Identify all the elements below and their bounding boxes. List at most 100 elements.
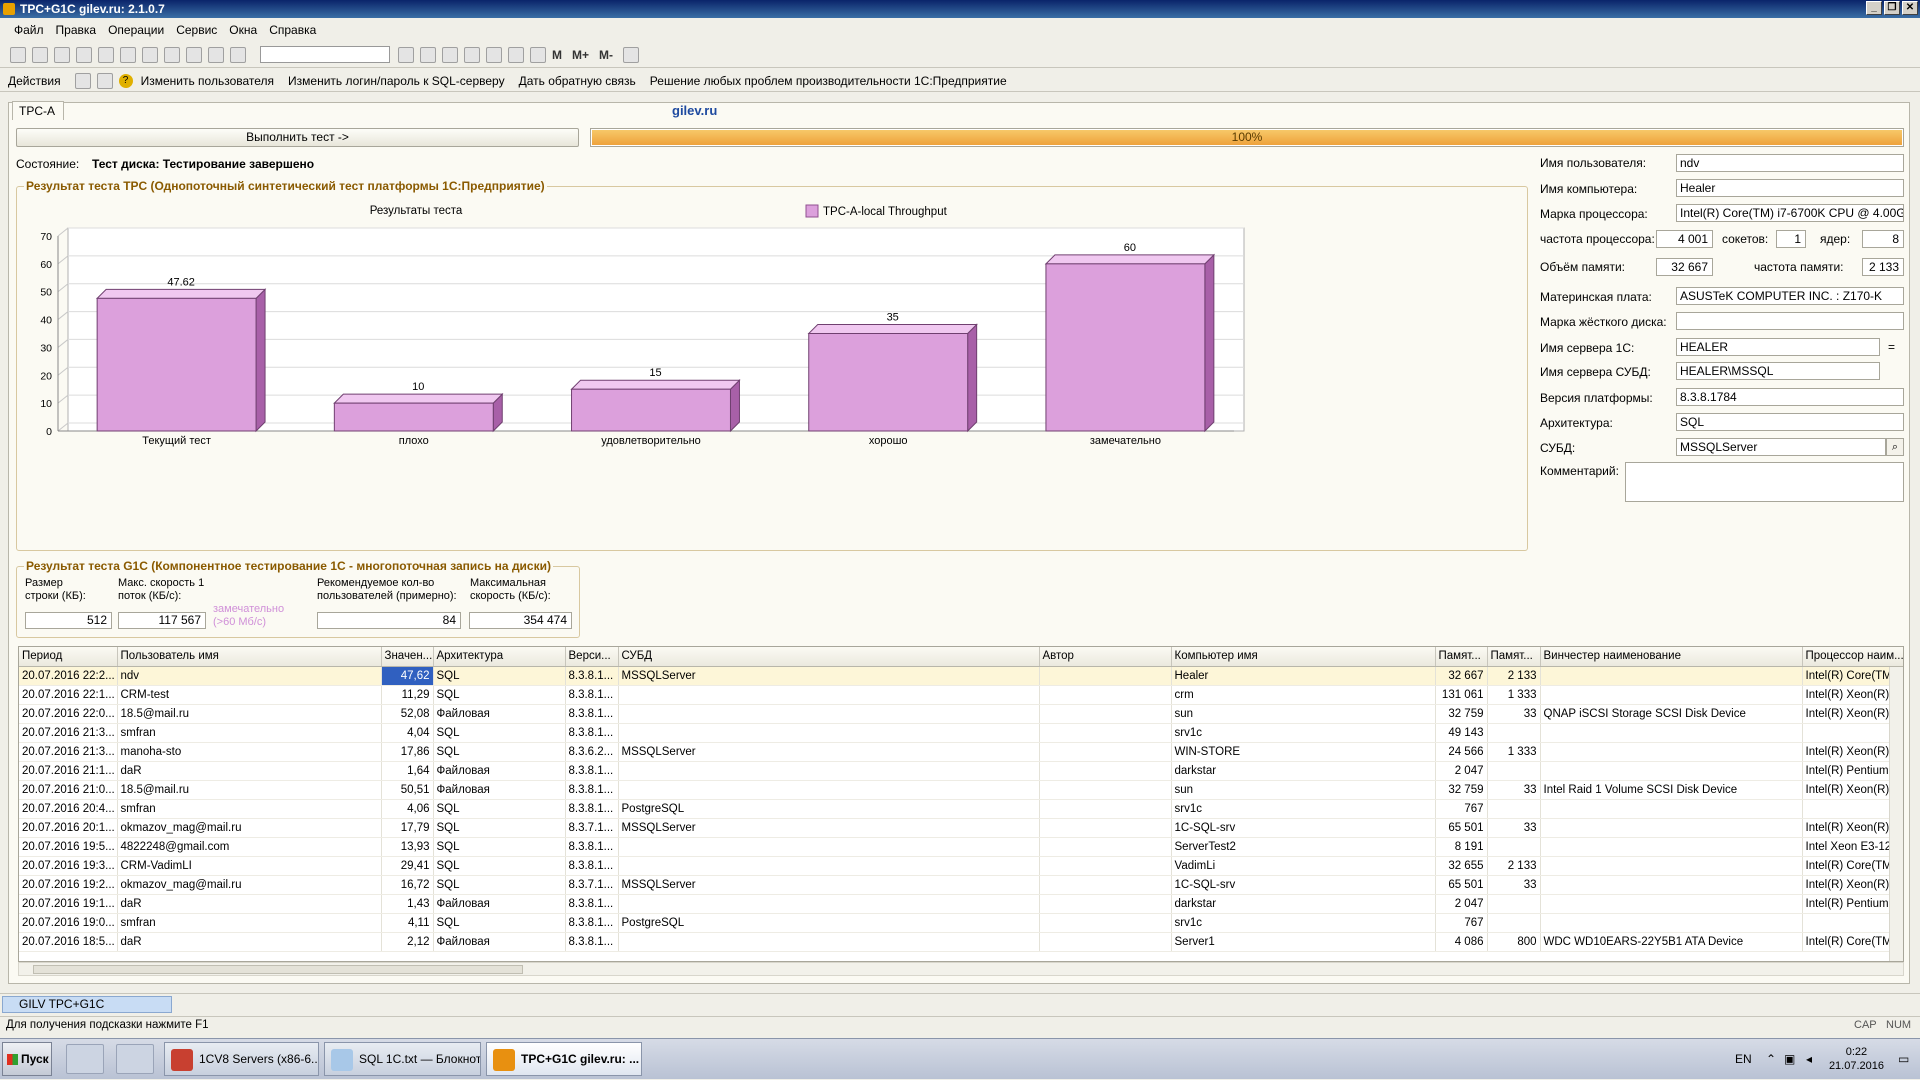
memory-minus-button[interactable]: M- [599, 48, 613, 62]
tray-clock[interactable]: 0:22 21.07.2016 [1829, 1045, 1884, 1073]
menu-help[interactable]: Справка [269, 23, 316, 37]
user-field[interactable]: ndv [1676, 154, 1904, 172]
menu-file[interactable]: Файл [14, 23, 44, 37]
find-prev-icon[interactable] [420, 46, 436, 63]
computer-field[interactable]: Healer [1676, 179, 1904, 197]
menu-operations[interactable]: Операции [108, 23, 164, 37]
show-desktop-icon[interactable]: ▭ [1898, 1039, 1909, 1080]
table-row[interactable]: 20.07.2016 21:1... daR 1,64 Файловая 8.3.8.1… [19, 761, 1903, 781]
cpu-freq-field[interactable]: 4 001 [1656, 230, 1713, 248]
settings-icon[interactable] [623, 46, 640, 63]
print-icon[interactable] [142, 46, 158, 63]
column-header[interactable]: Верси... [565, 647, 619, 667]
minimize-icon[interactable]: _ [1866, 1, 1882, 15]
calendar-icon[interactable] [508, 46, 524, 63]
menu-windows[interactable]: Окна [229, 23, 257, 37]
table-row[interactable]: 20.07.2016 20:1... okmazov_mag@mail.ru 17,… [19, 818, 1903, 838]
cores-field[interactable]: 8 [1862, 230, 1904, 248]
column-header[interactable]: Архитектура [433, 647, 566, 667]
hscroll-thumb[interactable] [33, 965, 523, 974]
calculator-icon[interactable] [530, 46, 546, 63]
server-manager-icon[interactable] [66, 1044, 104, 1074]
column-header[interactable]: СУБД [618, 647, 1040, 667]
tab-tpc-a[interactable]: TPC-A [12, 101, 64, 120]
powershell-icon[interactable] [116, 1044, 154, 1074]
solve-problems-link[interactable]: Решение любых проблем производительности… [650, 74, 1007, 88]
menu-service[interactable]: Сервис [176, 23, 217, 37]
table-row[interactable]: 20.07.2016 19:1... daR 1,43 Файловая 8.3.8.1… [19, 894, 1903, 914]
brand-link[interactable]: gilev.ru [672, 103, 717, 118]
toolbar-search-input[interactable] [260, 46, 390, 63]
windows-icon[interactable] [442, 46, 458, 63]
table-row[interactable]: 20.07.2016 21:3... smfran 4,04 SQL 8.3.8.1..… [19, 723, 1903, 743]
feedback-link[interactable]: Дать обратную связь [519, 74, 636, 88]
volume-icon[interactable]: ◂ [1806, 1039, 1812, 1080]
table-row[interactable]: 20.07.2016 22:2... ndv 47,62 SQL 8.3.8.1... M… [19, 666, 1903, 686]
table-vscroll[interactable] [1889, 667, 1903, 961]
table-row[interactable]: 20.07.2016 18:5... daR 2,12 Файловая 8.3.8.1… [19, 932, 1903, 952]
column-header[interactable]: Памят... [1487, 647, 1541, 667]
refresh-icon[interactable] [96, 72, 113, 89]
change-user-link[interactable]: Изменить пользователя [141, 74, 274, 88]
column-header[interactable]: Автор [1039, 647, 1172, 667]
table-row[interactable]: 20.07.2016 19:3... CRM-VadimLI 29,41 SQL 8.3… [19, 856, 1903, 876]
srvdb-field[interactable]: HEALER\MSSQL [1676, 362, 1880, 380]
table-row[interactable]: 20.07.2016 21:0... 18.5@mail.ru 50,51 Файло… [19, 780, 1903, 800]
preview-icon[interactable] [164, 46, 180, 63]
comment-field[interactable] [1625, 462, 1904, 502]
column-header[interactable]: Компьютер имя [1171, 647, 1436, 667]
cpu-field[interactable]: Intel(R) Core(TM) i7-6700K CPU @ 4.00GHz [1676, 204, 1904, 222]
arch-field[interactable]: SQL [1676, 413, 1904, 431]
hdd-field[interactable] [1676, 312, 1904, 330]
table-row[interactable]: 20.07.2016 20:4... smfran 4,06 SQL 8.3.8.1..… [19, 799, 1903, 819]
start-button[interactable]: Пуск [2, 1042, 52, 1076]
column-header[interactable]: Винчестер наименование [1540, 647, 1803, 667]
window-list-item[interactable]: GILV TPC+G1C [2, 996, 172, 1013]
tray-expand-icon[interactable]: ⌃ [1766, 1039, 1776, 1080]
redo-icon[interactable] [208, 46, 224, 63]
language-indicator[interactable]: EN [1735, 1039, 1752, 1080]
user-icon[interactable] [74, 72, 91, 89]
memory-plus-button[interactable]: M+ [572, 48, 589, 62]
table-row[interactable]: 20.07.2016 19:0... smfran 4,11 SQL 8.3.8.1..… [19, 913, 1903, 933]
column-header[interactable]: Значен... [381, 647, 434, 667]
new-doc-icon[interactable] [10, 46, 26, 63]
paste-icon[interactable] [120, 46, 136, 63]
change-login-link[interactable]: Изменить логин/пароль к SQL-серверу [288, 74, 505, 88]
column-header[interactable]: Период [19, 647, 118, 667]
srv1c-field[interactable]: HEALER [1676, 338, 1880, 356]
mem-freq-field[interactable]: 2 133 [1862, 258, 1904, 276]
help-icon[interactable]: ? [118, 73, 133, 88]
memory-button[interactable]: M [552, 48, 562, 62]
run-test-button[interactable]: Выполнить тест -> [16, 128, 579, 147]
table-row[interactable]: 20.07.2016 22:1... CRM-test 11,29 SQL 8.3.8.… [19, 685, 1903, 705]
info-icon[interactable] [464, 46, 480, 63]
actions-menu[interactable]: Действия [8, 74, 61, 88]
taskbar-item-notepad[interactable]: SQL 1C.txt — Блокнот [324, 1042, 481, 1076]
network-icon[interactable]: ▣ [1784, 1039, 1795, 1080]
dbms-field[interactable]: MSSQLServer [1676, 438, 1886, 456]
table-row[interactable]: 20.07.2016 22:0... 18.5@mail.ru 52,08 Файло… [19, 704, 1903, 724]
cut-icon[interactable] [76, 46, 92, 63]
search-icon[interactable] [230, 46, 246, 63]
platform-field[interactable]: 8.3.8.1784 [1676, 388, 1904, 406]
column-header[interactable]: Пользователь имя [117, 647, 382, 667]
mb-field[interactable]: ASUSTeK COMPUTER INC. : Z170-K [1676, 287, 1904, 305]
mem-field[interactable]: 32 667 [1656, 258, 1713, 276]
table-row[interactable]: 20.07.2016 19:5... 4822248@gmail.com 13,93… [19, 837, 1903, 857]
close-icon[interactable]: ✕ [1902, 1, 1918, 15]
restore-icon[interactable]: ❐ [1884, 1, 1900, 15]
save-icon[interactable] [54, 46, 70, 63]
column-header[interactable]: Процессор наим... [1802, 647, 1903, 667]
taskbar-item-tpc[interactable]: TPC+G1C gilev.ru: ... [486, 1042, 642, 1076]
taskbar-item-servers[interactable]: 1CV8 Servers (x86-6... [164, 1042, 319, 1076]
menu-edit[interactable]: Правка [56, 23, 97, 37]
table-hscroll[interactable] [18, 962, 1904, 976]
table-row[interactable]: 20.07.2016 19:2... okmazov_mag@mail.ru 16,… [19, 875, 1903, 895]
copy-icon[interactable] [98, 46, 114, 63]
dbms-search-icon[interactable]: ⌕ [1886, 438, 1904, 456]
sockets-field[interactable]: 1 [1776, 230, 1806, 248]
find-next-icon[interactable] [398, 46, 414, 63]
undo-icon[interactable] [186, 46, 202, 63]
column-header[interactable]: Памят... [1435, 647, 1488, 667]
